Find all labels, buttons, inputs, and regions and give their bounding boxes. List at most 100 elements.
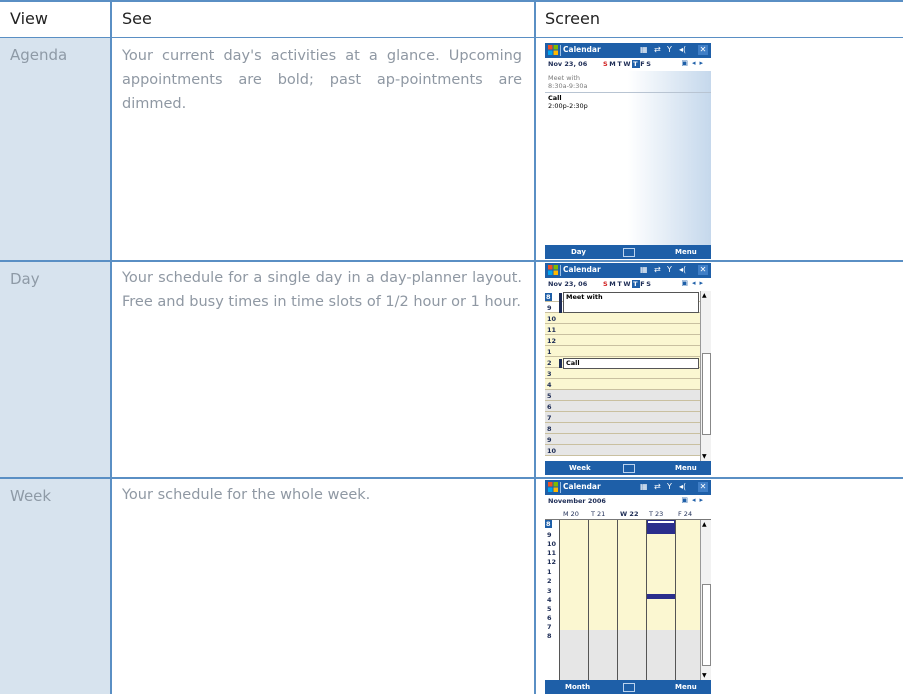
hour-label: 8 [547,632,552,640]
week-screen: Calendar ▦ ⇄ Y ◂( ✕ November 2006 ▣◂▸ M … [545,480,711,694]
close-icon[interactable]: ✕ [698,482,708,492]
day-screen: Calendar ▦ ⇄ Y ◂( ✕ Nov 23, 06 SMTWTFS ▣… [545,263,711,475]
table-header: View See Screen [0,0,903,38]
close-icon[interactable]: ✕ [698,265,708,275]
busy-block[interactable] [647,594,675,599]
busy-block[interactable] [647,524,675,534]
soft-key-bar: Day Menu [545,245,711,259]
day-grid: 8 9 10 11 12 1 2 3 4 5 6 7 8 9 10 Meet w… [545,291,711,461]
scrollbar-thumb[interactable] [702,353,711,435]
title-bar: Calendar ▦ ⇄ Y ◂( ✕ [545,263,711,278]
day-column-header[interactable]: W 22 [620,510,638,518]
week-softkey[interactable]: Week [569,464,591,472]
hour-label: 8 [545,520,552,528]
connectivity-icon[interactable]: ⇄ [654,482,661,491]
hour-label: 4 [547,596,552,604]
scrollbar[interactable]: ▲ ▼ [700,291,711,461]
app-title: Calendar [563,482,601,491]
view-column-background [0,38,110,694]
month-label[interactable]: November 2006 [548,497,606,505]
close-icon[interactable]: ✕ [698,45,708,55]
date-bar: Nov 23, 06 SMTWTFS ▣◂▸ [545,58,711,72]
date-label[interactable]: Nov 23, 06 [548,280,587,288]
volume-icon[interactable]: ◂( [679,265,686,274]
column-divider [534,0,536,694]
keyboard-status-icon: ▦ [640,265,648,274]
hour-label: 1 [547,568,552,576]
week-column-headers: M 20 T 21 W 22 T 23 F 24 [545,508,711,520]
keyboard-icon[interactable] [623,464,635,473]
hour-label: 10 [547,447,557,455]
appointment-block[interactable]: Meet with [563,292,699,313]
header-view: View [10,9,48,28]
month-softkey[interactable]: Month [565,683,590,691]
date-nav-icon[interactable]: ▣◂▸ [681,59,707,67]
row-divider [0,260,903,262]
hour-label: 10 [547,540,557,548]
hour-label: 9 [547,531,552,539]
signal-icon[interactable]: Y [667,265,672,274]
keyboard-icon[interactable] [623,248,635,257]
appointment-time: 2:00p-2:30p [548,101,588,110]
soft-key-bar: Week Menu [545,461,711,475]
row-divider [0,477,903,479]
hour-label: 2 [547,577,552,585]
day-column-header[interactable]: F 24 [678,510,692,518]
hour-label: 3 [547,587,552,595]
hour-label: 12 [547,558,557,566]
keyboard-icon[interactable] [623,683,635,692]
title-bar: Calendar ▦ ⇄ Y ◂( ✕ [545,43,711,58]
windows-logo-icon [548,482,558,492]
app-title: Calendar [563,45,601,54]
signal-icon[interactable]: Y [667,45,672,54]
weekday-selector[interactable]: SMTWTFS [603,60,653,68]
view-agenda: Agenda [10,46,68,64]
date-label[interactable]: Nov 23, 06 [548,60,587,68]
hour-label: 11 [547,326,557,334]
see-agenda: Your current day's activities at a glanc… [122,48,522,112]
windows-logo-icon [548,45,558,55]
day-column-header[interactable]: T 21 [591,510,605,518]
app-title: Calendar [563,265,601,274]
weekday-selector[interactable]: SMTWTFS [603,280,653,288]
appointment-item[interactable]: Meet with 8:30a-9:30a [548,74,588,90]
menu-softkey[interactable]: Menu [675,683,697,691]
volume-icon[interactable]: ◂( [679,45,686,54]
date-nav-icon[interactable]: ▣◂▸ [681,496,707,504]
hour-label: 1 [547,348,552,356]
view-day: Day [10,270,40,288]
hour-label: 11 [547,549,557,557]
hour-label: 2 [547,359,552,367]
hour-label: 5 [547,392,552,400]
title-bar: Calendar ▦ ⇄ Y ◂( ✕ [545,480,711,495]
hour-label: 9 [547,304,552,312]
see-week: Your schedule for the whole week. [122,487,371,503]
connectivity-icon[interactable]: ⇄ [654,45,661,54]
appointment-item[interactable]: Call 2:00p-2:30p [548,94,588,110]
agenda-list: Meet with 8:30a-9:30a Call 2:00p-2:30p [545,71,711,245]
hour-label: 7 [547,414,552,422]
keyboard-status-icon: ▦ [640,45,648,54]
day-softkey[interactable]: Day [571,248,586,256]
signal-icon[interactable]: Y [667,482,672,491]
day-column-header[interactable]: T 23 [649,510,663,518]
menu-softkey[interactable]: Menu [675,464,697,472]
scrollbar-thumb[interactable] [702,584,711,666]
windows-logo-icon [548,265,558,275]
connectivity-icon[interactable]: ⇄ [654,265,661,274]
menu-softkey[interactable]: Menu [675,248,697,256]
hour-label: 8 [547,425,552,433]
volume-icon[interactable]: ◂( [679,482,686,491]
view-week: Week [10,487,52,505]
see-day: Your schedule for a single day in a day-… [122,270,522,310]
week-grid: 8 9 10 11 12 1 2 3 4 5 6 7 8 ▲ ▼ [545,520,711,680]
appointment-block[interactable]: Call [563,358,699,369]
date-nav-icon[interactable]: ▣◂▸ [681,279,707,287]
views-table: View See Screen Agenda Your current day'… [0,0,903,694]
date-bar: Nov 23, 06 SMTWTFS ▣◂▸ [545,278,711,292]
scrollbar[interactable]: ▲ ▼ [700,520,711,680]
day-column-header[interactable]: M 20 [563,510,579,518]
hour-label: 5 [547,605,552,613]
hour-label: 9 [547,436,552,444]
hour-label: 12 [547,337,557,345]
